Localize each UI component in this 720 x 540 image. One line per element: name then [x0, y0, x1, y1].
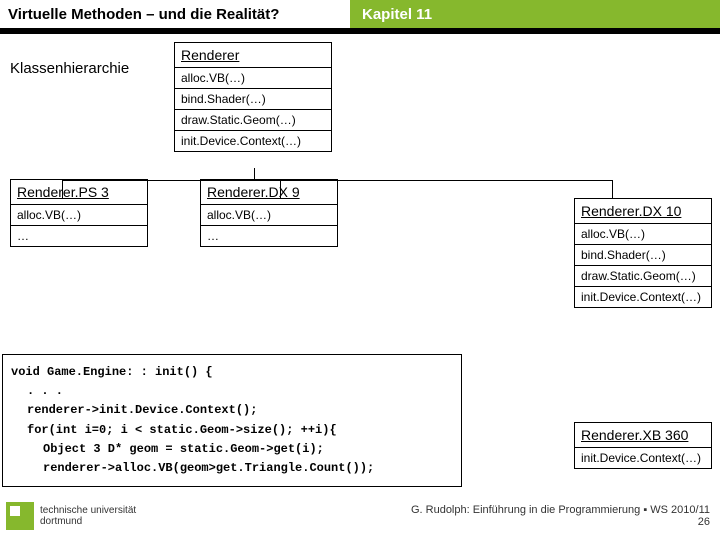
- footer-credit: G. Rudolph: Einführung in die Programmie…: [411, 504, 710, 528]
- code-line: void Game.Engine: : init() {: [11, 363, 453, 382]
- class-method: init.Device.Context(…): [174, 130, 332, 152]
- class-method: alloc.VB(…): [174, 67, 332, 89]
- code-line: Object 3 D* geom = static.Geom->get(i);: [11, 440, 453, 459]
- class-method: draw.Static.Geom(…): [574, 265, 712, 287]
- code-line: renderer->init.Device.Context();: [11, 401, 453, 420]
- class-box-dx9: Renderer.DX 9 alloc.VB(…) …: [200, 179, 338, 246]
- code-line: for(int i=0; i < static.Geom->size(); ++…: [11, 421, 453, 440]
- class-method: init.Device.Context(…): [574, 447, 712, 469]
- section-label: Klassenhierarchie: [4, 42, 174, 77]
- uml-connector: [612, 180, 613, 198]
- class-method: init.Device.Context(…): [574, 286, 712, 308]
- class-method: alloc.VB(…): [200, 204, 338, 226]
- uml-connector: [62, 180, 63, 198]
- class-name: Renderer: [174, 42, 332, 68]
- uml-connector: [280, 180, 281, 198]
- class-method: alloc.VB(…): [574, 223, 712, 245]
- tu-logo-icon: [6, 502, 34, 530]
- class-method: bind.Shader(…): [574, 244, 712, 266]
- class-name: Renderer.PS 3: [10, 179, 148, 205]
- class-box-ps3: Renderer.PS 3 alloc.VB(…) …: [10, 179, 148, 246]
- class-box-renderer: Renderer alloc.VB(…) bind.Shader(…) draw…: [174, 42, 332, 151]
- class-method: draw.Static.Geom(…): [174, 109, 332, 131]
- code-line: renderer->alloc.VB(geom>get.Triangle.Cou…: [11, 459, 453, 478]
- class-method: …: [10, 225, 148, 247]
- tu-logo-text: technische universität dortmund: [40, 505, 136, 527]
- class-name: Renderer.XB 360: [574, 422, 712, 448]
- slide-body: Klassenhierarchie Renderer alloc.VB(…) b…: [0, 34, 720, 246]
- class-method: …: [200, 225, 338, 247]
- page-number: 26: [411, 516, 710, 528]
- code-snippet: void Game.Engine: : init() { . . . rende…: [2, 354, 462, 487]
- tu-logo: technische universität dortmund: [6, 502, 136, 530]
- code-line: . . .: [11, 382, 453, 401]
- slide-footer: technische universität dortmund G. Rudol…: [0, 496, 720, 540]
- slide-header: Virtuelle Methoden – und die Realität? K…: [0, 0, 720, 30]
- class-box-dx10: Renderer.DX 10 alloc.VB(…) bind.Shader(……: [574, 198, 712, 307]
- chapter-badge: Kapitel 11: [350, 0, 720, 28]
- class-box-xb360: Renderer.XB 360 init.Device.Context(…): [574, 422, 712, 468]
- uml-connector: [62, 180, 612, 181]
- class-name: Renderer.DX 10: [574, 198, 712, 224]
- credit-line: G. Rudolph: Einführung in die Programmie…: [411, 504, 710, 516]
- uml-connector: [254, 168, 255, 180]
- class-method: bind.Shader(…): [174, 88, 332, 110]
- slide-title: Virtuelle Methoden – und die Realität?: [0, 0, 350, 28]
- class-method: alloc.VB(…): [10, 204, 148, 226]
- class-name: Renderer.DX 9: [200, 179, 338, 205]
